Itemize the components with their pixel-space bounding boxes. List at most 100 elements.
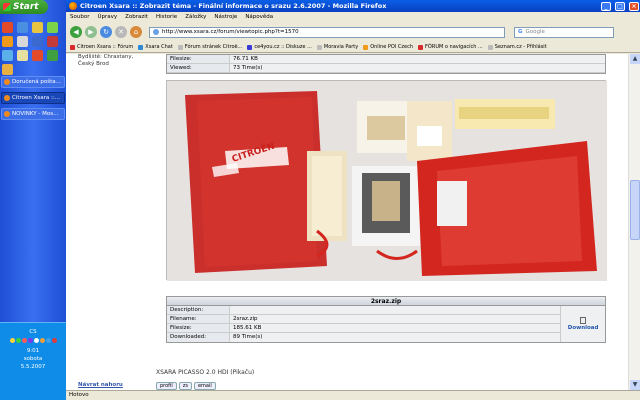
firefox-icon: [69, 2, 77, 10]
window-title: Citroen Xsara :: Zobrazit téma - Finální…: [80, 2, 387, 10]
menu-view[interactable]: Zobrazit: [125, 14, 148, 20]
app-icon[interactable]: [32, 22, 43, 33]
menu-bookmarks[interactable]: Záložky: [185, 14, 206, 20]
attachment-name: 2sraz.zip: [167, 297, 605, 306]
profile-location-line: Český Brod: [78, 61, 109, 67]
task-label: Doručená pošta...: [12, 79, 61, 85]
bookmark-icon: [247, 44, 253, 50]
download-icon: [580, 317, 587, 324]
email-button[interactable]: email: [193, 382, 216, 390]
search-placeholder: Google: [525, 29, 545, 35]
menu-tools[interactable]: Nástroje: [214, 14, 237, 20]
navigation-toolbar: ◀ ▶ ↻ ✕ ⌂ http://www.xsara.cz/forum/view…: [66, 22, 640, 42]
attachment-table: Description: Filename: 2sraz.zip Filesiz…: [167, 306, 562, 342]
tray-icon[interactable]: [51, 338, 57, 343]
mail-icon: [4, 79, 10, 85]
start-button[interactable]: Start: [0, 0, 48, 14]
address-bar[interactable]: http://www.xsara.cz/forum/viewtopic.php?…: [149, 26, 505, 38]
tray-icon[interactable]: [9, 338, 15, 343]
google-icon: G: [518, 29, 523, 35]
start-label: Start: [13, 2, 39, 12]
bookmark-item[interactable]: FÓRUM o navigacích ...: [418, 44, 483, 50]
tray-icon[interactable]: [33, 338, 39, 343]
table-row: Filename: 2sraz.zip: [167, 315, 561, 324]
warning-icon[interactable]: [2, 64, 13, 75]
profile-location-line: Bydliště: Chrastany,: [78, 54, 134, 60]
bookmark-item[interactable]: Fórum stránek Citroë...: [177, 44, 242, 50]
clock[interactable]: 9:01 sobota 5.5.2007: [0, 347, 66, 371]
firefox-icon[interactable]: [2, 36, 13, 47]
app-icon[interactable]: [17, 36, 28, 47]
page-icon: [153, 29, 159, 35]
firefox-icon: [4, 111, 10, 117]
app-icon[interactable]: [47, 50, 58, 61]
bookmark-item[interactable]: Online POI Czech: [363, 44, 413, 50]
bookmark-item[interactable]: Moravia Party: [316, 44, 358, 50]
app-icon[interactable]: [47, 22, 58, 33]
bookmark-item[interactable]: ce4you.cz :: Diskuze ...: [247, 44, 312, 50]
app-icon[interactable]: [17, 22, 28, 33]
bookmark-item[interactable]: Seznam.cz - Přihlásit: [487, 44, 547, 50]
app-icon[interactable]: [17, 50, 28, 61]
tray-icon[interactable]: [21, 338, 27, 343]
task-label: NOVINKY - Mos...: [12, 111, 59, 117]
forward-button[interactable]: ▶: [85, 26, 97, 38]
app-icon[interactable]: [47, 36, 58, 47]
download-button[interactable]: Download: [561, 306, 605, 342]
tray-icon[interactable]: [15, 338, 21, 343]
close-button[interactable]: ×: [629, 1, 639, 11]
table-row: Viewed: 73 Time(s): [167, 64, 605, 73]
reload-button[interactable]: ↻: [100, 26, 112, 38]
bookmarks-toolbar: Citroen Xsara :: Fórum Xsara Chat Fórum …: [66, 42, 640, 53]
task-mail[interactable]: Doručená pošta...: [1, 76, 65, 88]
table-row: Description:: [167, 306, 561, 315]
task-news[interactable]: NOVINKY - Mos...: [1, 108, 65, 120]
menu-history[interactable]: Historie: [156, 14, 177, 20]
app-icon[interactable]: [32, 36, 43, 47]
task-firefox[interactable]: Citroen Xsara ::...: [1, 92, 65, 104]
app-icon[interactable]: [32, 50, 43, 61]
vertical-scrollbar[interactable]: ▲ ▼: [628, 54, 640, 390]
back-button[interactable]: ◀: [70, 26, 82, 38]
bookmark-icon: [487, 44, 493, 50]
maximize-button[interactable]: □: [615, 1, 625, 11]
firefox-window: Citroen Xsara :: Zobrazit téma - Finální…: [66, 0, 640, 400]
photo-image: CITROËN: [167, 81, 607, 281]
tray-icon[interactable]: [39, 338, 45, 343]
task-label: Citroen Xsara ::...: [12, 95, 60, 101]
bookmark-icon: [363, 44, 369, 50]
menu-help[interactable]: Nápověda: [245, 14, 273, 20]
bookmark-icon: [138, 44, 144, 50]
bookmark-icon: [418, 44, 424, 50]
bookmark-item[interactable]: Xsara Chat: [138, 44, 173, 50]
title-bar: Citroen Xsara :: Zobrazit téma - Finální…: [66, 0, 640, 12]
scroll-down-arrow[interactable]: ▼: [630, 380, 640, 390]
bookmark-item[interactable]: Citroen Xsara :: Fórum: [70, 44, 133, 50]
menu-file[interactable]: Soubor: [70, 14, 89, 20]
scroll-up-arrow[interactable]: ▲: [630, 54, 640, 64]
menu-edit[interactable]: Úpravy: [97, 14, 117, 20]
back-to-top-link[interactable]: Návrat nahoru: [78, 382, 123, 388]
poster-profile: Bydliště: Chrastany, Český Brod: [78, 54, 133, 68]
tray-icon[interactable]: [45, 338, 51, 343]
table-row: Filesize: 76.71 KB: [167, 55, 605, 64]
clock-time: 9:01: [26, 348, 40, 354]
download-label: Download: [567, 325, 599, 331]
profile-button[interactable]: profil: [156, 382, 177, 390]
search-box[interactable]: G Google: [514, 26, 614, 38]
pm-button[interactable]: zs: [178, 382, 192, 390]
home-button[interactable]: ⌂: [130, 26, 142, 38]
page-content: Bydliště: Chrastany, Český Brod Filesize…: [66, 54, 628, 390]
minimize-button[interactable]: _: [601, 1, 611, 11]
system-tray: CS 9:01 sobota 5.5.2007: [0, 322, 66, 400]
url-text: http://www.xsara.cz/forum/viewtopic.php?…: [162, 29, 299, 35]
attachment-photo[interactable]: CITROËN: [166, 80, 607, 281]
app-icon[interactable]: [2, 22, 13, 33]
app-icon[interactable]: [2, 50, 13, 61]
stop-button[interactable]: ✕: [115, 26, 127, 38]
tray-icon[interactable]: [27, 338, 33, 343]
windows-logo-icon: [3, 3, 11, 11]
scroll-thumb[interactable]: [630, 180, 640, 240]
firefox-icon: [4, 95, 10, 101]
attachment-download: 2sraz.zip Description: Filename: 2sraz.z…: [166, 296, 606, 343]
